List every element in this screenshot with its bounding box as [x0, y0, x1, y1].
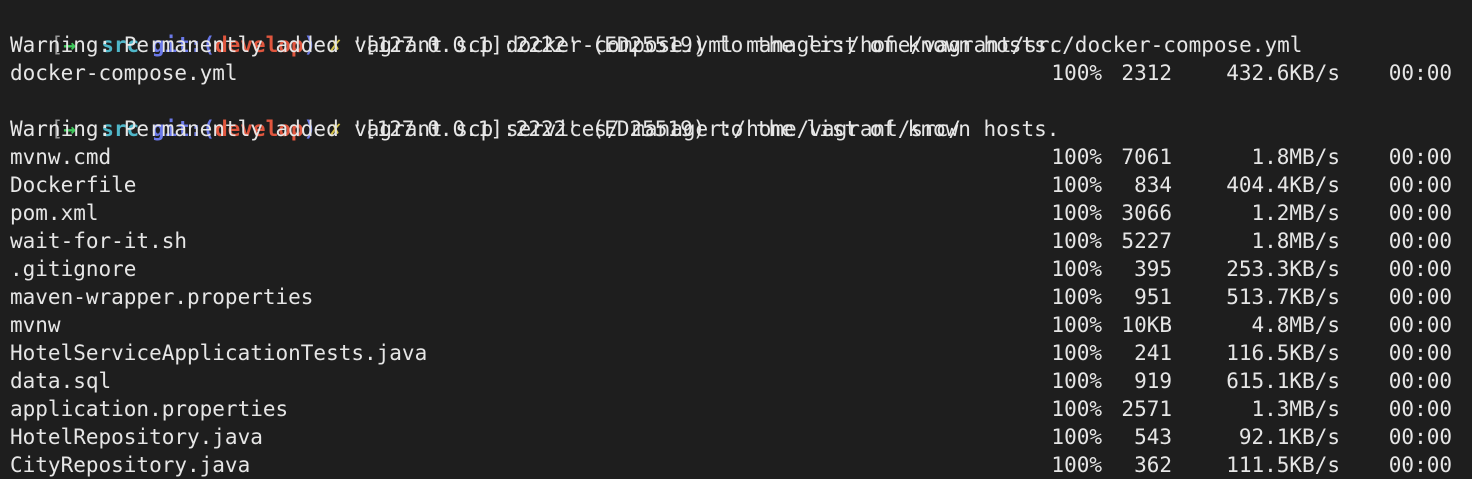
- transfer-rate: 1.3MB/s: [1251, 397, 1340, 421]
- transfer-rate: 111.5KB/s: [1226, 453, 1340, 477]
- transfer-eta: 00:00: [1388, 201, 1452, 225]
- transfer-filename: pom.xml: [10, 201, 99, 225]
- transfer-rate: 1.8MB/s: [1251, 229, 1340, 253]
- transfer-filename: mvnw: [10, 313, 61, 337]
- transfer-eta: 00:00: [1388, 369, 1452, 393]
- terminal-window[interactable]: [→ src git:(develop) ✗ vagrant scp docke…: [0, 0, 1472, 477]
- transfer-eta: 00:00: [1388, 425, 1452, 449]
- transfer-percent: 100%: [1051, 341, 1102, 365]
- transfer-rate: 432.6KB/s: [1226, 61, 1340, 85]
- transfer-eta: 00:00: [1388, 145, 1452, 169]
- transfer-eta: 00:00: [1388, 173, 1452, 197]
- transfer-size: 7061: [1121, 145, 1172, 169]
- transfer-filename: CityRepository.java: [10, 453, 251, 477]
- transfer-size: 2312: [1121, 61, 1172, 85]
- prompt-line-2: [→ src git:(develop) ✗ vagrant scp servi…: [0, 87, 961, 141]
- transfer-size: 362: [1134, 453, 1172, 477]
- transfer-percent: 100%: [1051, 369, 1102, 393]
- transfer-eta: 00:00: [1388, 313, 1452, 337]
- prompt-line-1: [→ src git:(develop) ✗ vagrant scp docke…: [0, 3, 1303, 57]
- transfer-eta: 00:00: [1388, 61, 1452, 85]
- transfer-filename: HotelRepository.java: [10, 425, 263, 449]
- transfer-percent: 100%: [1051, 173, 1102, 197]
- transfer-percent: 100%: [1051, 313, 1102, 337]
- transfer-rate: 1.8MB/s: [1251, 145, 1340, 169]
- transfer-eta: 00:00: [1388, 285, 1452, 309]
- transfer-size: 834: [1134, 173, 1172, 197]
- transfer-filename: application.properties: [10, 397, 289, 421]
- transfer-eta: 00:00: [1388, 341, 1452, 365]
- transfer-eta: 00:00: [1388, 257, 1452, 281]
- transfer-size: 3066: [1121, 201, 1172, 225]
- transfer-filename: wait-for-it.sh: [10, 229, 188, 253]
- transfer-size: 10KB: [1121, 313, 1172, 337]
- warning-line-1: Warning: Permanently added '[127.0.0.1]:…: [10, 33, 1060, 57]
- warning-line-2: Warning: Permanently added '[127.0.0.1]:…: [10, 117, 1060, 141]
- transfer-percent: 100%: [1051, 61, 1102, 85]
- transfer-rate: 513.7KB/s: [1226, 285, 1340, 309]
- transfer-filename: data.sql: [10, 369, 112, 393]
- transfer-percent: 100%: [1051, 453, 1102, 477]
- transfer-rate: 404.4KB/s: [1226, 173, 1340, 197]
- transfer-percent: 100%: [1051, 145, 1102, 169]
- transfer-size: 5227: [1121, 229, 1172, 253]
- transfer-size: 919: [1134, 369, 1172, 393]
- transfer-percent: 100%: [1051, 285, 1102, 309]
- transfer-filename: Dockerfile: [10, 173, 137, 197]
- transfer-eta: 00:00: [1388, 453, 1452, 477]
- transfer-eta: 00:00: [1388, 397, 1452, 421]
- transfer-rate: 4.8MB/s: [1251, 313, 1340, 337]
- transfer-percent: 100%: [1051, 229, 1102, 253]
- transfer-size: 395: [1134, 257, 1172, 281]
- transfer-size: 543: [1134, 425, 1172, 449]
- transfer-rate: 615.1KB/s: [1226, 369, 1340, 393]
- transfer-filename: .gitignore: [10, 257, 137, 281]
- transfer-percent: 100%: [1051, 201, 1102, 225]
- transfer-rate: 1.2MB/s: [1251, 201, 1340, 225]
- transfer-filename: mvnw.cmd: [10, 145, 112, 169]
- transfer-eta: 00:00: [1388, 229, 1452, 253]
- transfer-rate: 116.5KB/s: [1226, 341, 1340, 365]
- transfer-rate: 92.1KB/s: [1238, 425, 1340, 449]
- transfer-size: 241: [1134, 341, 1172, 365]
- transfer-filename: HotelServiceApplicationTests.java: [10, 341, 428, 365]
- transfer-rate: 253.3KB/s: [1226, 257, 1340, 281]
- transfer-percent: 100%: [1051, 257, 1102, 281]
- transfer-percent: 100%: [1051, 397, 1102, 421]
- transfer-percent: 100%: [1051, 425, 1102, 449]
- transfer-filename: maven-wrapper.properties: [10, 285, 314, 309]
- transfer-filename: docker-compose.yml: [10, 61, 238, 85]
- transfer-size: 951: [1134, 285, 1172, 309]
- transfer-size: 2571: [1121, 397, 1172, 421]
